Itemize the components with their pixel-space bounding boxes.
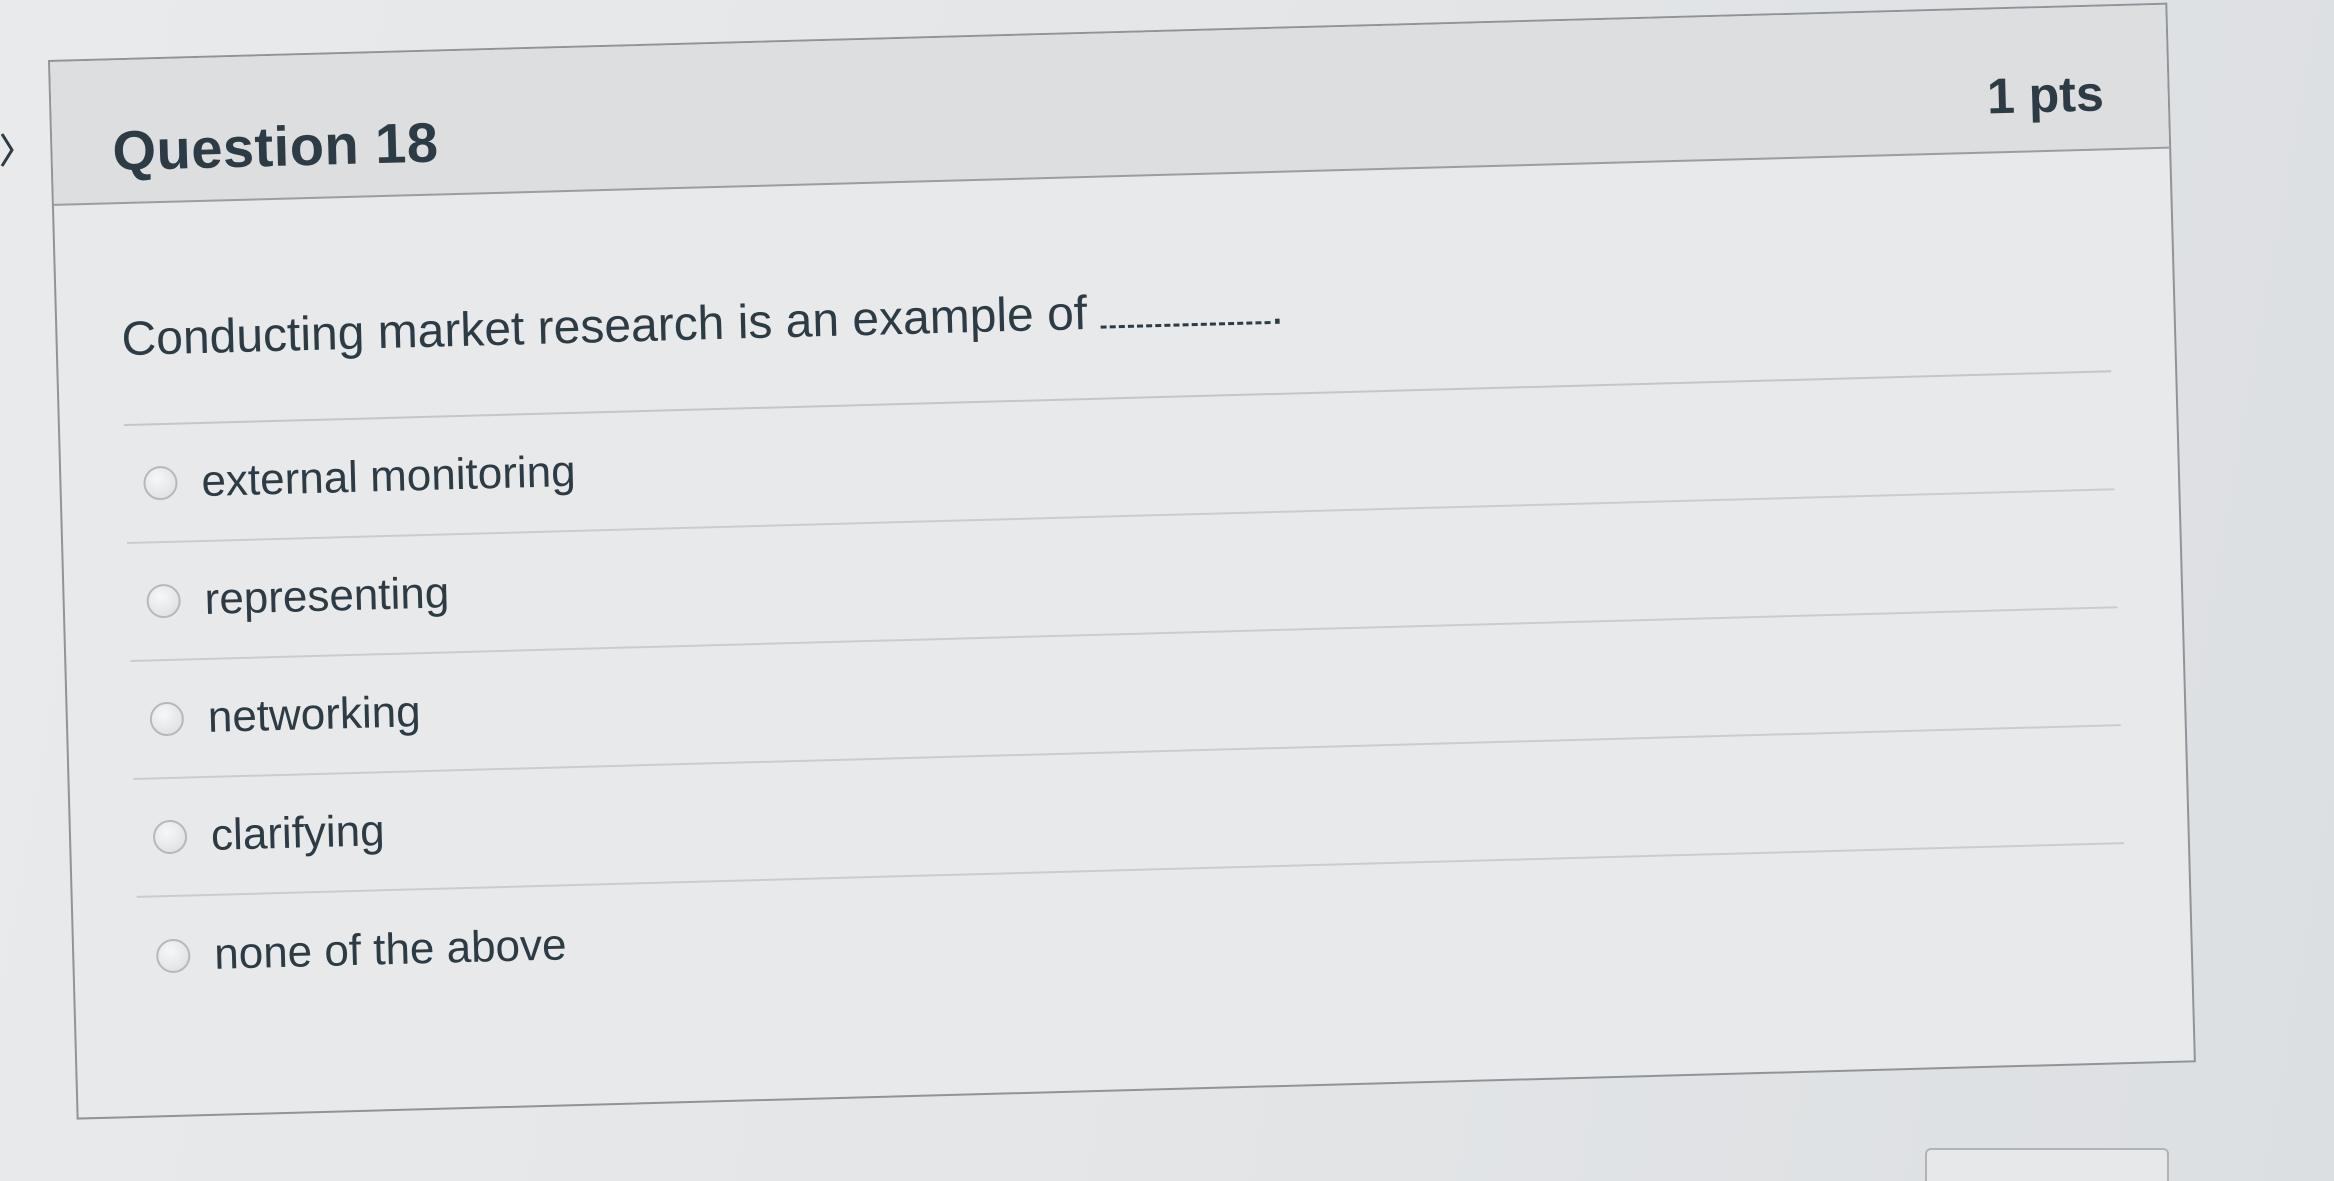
radio-unchecked-icon[interactable] — [146, 583, 182, 619]
question-card: Question 18 1 pts Conducting market rese… — [48, 2, 2196, 1120]
answer-list: external monitoring representing network… — [123, 372, 2127, 1016]
answer-label[interactable]: networking — [207, 687, 421, 743]
radio-unchecked-icon[interactable] — [149, 701, 185, 737]
chevron-right-icon[interactable] — [0, 130, 16, 170]
answer-label[interactable]: external monitoring — [201, 447, 576, 507]
question-title: Question 18 — [111, 110, 440, 183]
question-points: 1 pts — [1986, 65, 2105, 125]
radio-unchecked-icon[interactable] — [155, 938, 191, 974]
answer-label[interactable]: none of the above — [214, 920, 568, 980]
quiz-page: Question 18 1 pts Conducting market rese… — [0, 0, 2334, 1181]
question-body: Conducting market research is an example… — [54, 149, 2191, 1018]
question-text-content: Conducting market research is an example… — [120, 286, 1088, 367]
answer-label[interactable]: clarifying — [210, 806, 385, 861]
radio-unchecked-icon[interactable] — [152, 819, 188, 855]
next-button[interactable] — [1925, 1148, 2169, 1181]
answer-label[interactable]: representing — [204, 568, 450, 625]
radio-unchecked-icon[interactable] — [143, 465, 178, 501]
fill-in-blank — [1099, 285, 1271, 329]
question-text-suffix: . — [1269, 281, 1285, 336]
